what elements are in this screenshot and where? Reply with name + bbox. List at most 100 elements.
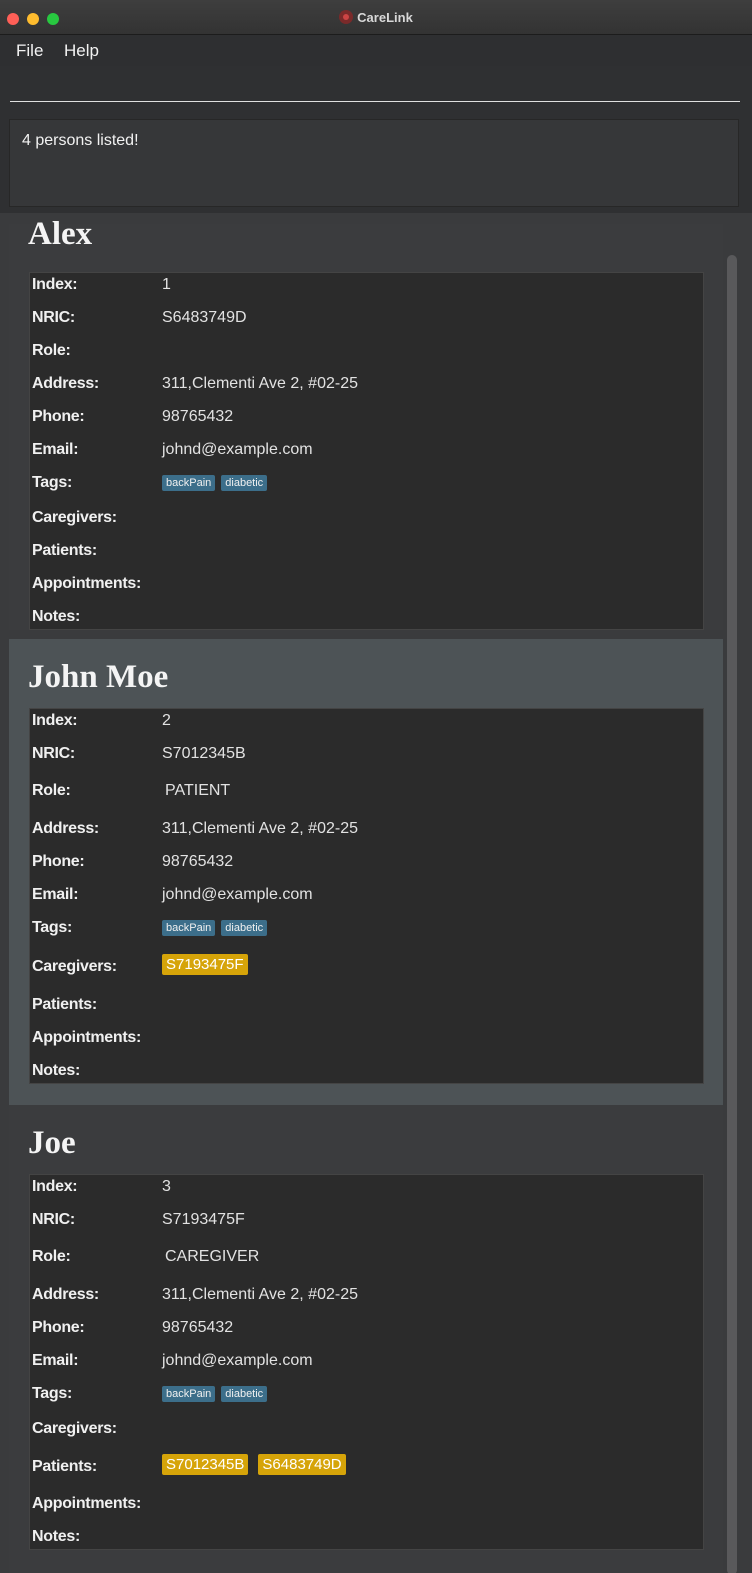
command-box [0, 66, 752, 112]
result-display: 4 persons listed! [0, 112, 752, 214]
field-label-index: Index: [32, 276, 78, 293]
field-value-index: 1 [162, 276, 171, 293]
field-label-caregivers: Caregivers: [32, 1420, 117, 1437]
field-value-index: 2 [162, 712, 171, 729]
field-label-notes: Notes: [32, 608, 80, 625]
tag-chip: backPain [162, 1386, 216, 1402]
field-value-address: 311,Clementi Ave 2, #02-25 [162, 820, 358, 837]
field-row-phone: Phone: 98765432 [30, 1319, 703, 1343]
person-card[interactable]: John Moe Index: 2 NRIC: S7012345B Role: PATIEN… [9, 639, 723, 1105]
tag-list: backPain diabetic [162, 1384, 273, 1402]
window-title: CareLink [357, 10, 413, 25]
field-row-address: Address: 311,Clementi Ave 2, #02-25 [30, 375, 703, 399]
person-list[interactable]: Alex Index: 1 NRIC: S6483749D Role: Address: 31… [0, 213, 752, 1573]
field-row-index: Index: 3 [30, 1178, 703, 1202]
field-label-notes: Notes: [32, 1528, 80, 1545]
person-details: Index: 2 NRIC: S7012345B Role: PATIENT Address… [29, 708, 704, 1084]
field-row-phone: Phone: 98765432 [30, 408, 703, 432]
field-value-index: 3 [162, 1178, 171, 1195]
field-label-nric: NRIC: [32, 309, 75, 326]
field-label-tags: Tags: [32, 1385, 72, 1402]
field-row-patients: Patients: [30, 542, 703, 566]
field-label-patients: Patients: [32, 996, 97, 1013]
field-row-patients: Patients: [30, 996, 703, 1020]
person-card[interactable]: Alex Index: 1 NRIC: S6483749D Role: Address: 31… [9, 216, 723, 630]
field-label-phone: Phone: [32, 1319, 85, 1336]
patient-nric-chip: S7012345B [162, 1454, 249, 1475]
tag-list: backPain diabetic [162, 918, 273, 936]
command-input[interactable] [10, 74, 740, 102]
menu-bar: File Help [0, 35, 752, 67]
field-value-email: johnd@example.com [162, 1352, 313, 1369]
field-label-phone: Phone: [32, 853, 85, 870]
field-row-role: Role: [30, 342, 703, 366]
field-value-address: 311,Clementi Ave 2, #02-25 [162, 1286, 358, 1303]
tag-chip: backPain [162, 920, 216, 936]
caregivers-list: S7193475F [162, 954, 258, 975]
field-row-tags: Tags: backPain diabetic [30, 1385, 703, 1409]
carelink-app-icon [339, 10, 354, 24]
field-row-address: Address: 311,Clementi Ave 2, #02-25 [30, 820, 703, 844]
person-name: Alex [28, 216, 93, 252]
field-row-index: Index: 1 [30, 276, 703, 300]
field-value-nric: S6483749D [162, 309, 247, 326]
field-label-appointments: Appointments: [32, 575, 141, 592]
field-row-tags: Tags: backPain diabetic [30, 474, 703, 498]
field-value-phone: 98765432 [162, 853, 234, 870]
field-row-role: Role: PATIENT [30, 782, 703, 806]
field-value-address: 311,Clementi Ave 2, #02-25 [162, 375, 358, 392]
field-value-email: johnd@example.com [162, 441, 313, 458]
field-row-email: Email: johnd@example.com [30, 886, 703, 910]
field-value-role: CAREGIVER [165, 1248, 260, 1265]
field-label-index: Index: [32, 712, 78, 729]
field-row-appointments: Appointments: [30, 1495, 703, 1519]
field-value-nric: S7193475F [162, 1211, 245, 1228]
field-row-notes: Notes: [30, 1528, 703, 1552]
field-label-appointments: Appointments: [32, 1029, 141, 1046]
field-label-email: Email: [32, 441, 79, 458]
field-row-address: Address: 311,Clementi Ave 2, #02-25 [30, 1286, 703, 1310]
menu-help[interactable]: Help [64, 41, 99, 61]
field-row-appointments: Appointments: [30, 1029, 703, 1053]
field-label-nric: NRIC: [32, 1211, 75, 1228]
field-row-tags: Tags: backPain diabetic [30, 919, 703, 943]
menu-file[interactable]: File [16, 41, 43, 61]
field-label-address: Address: [32, 1286, 99, 1303]
field-label-patients: Patients: [32, 1458, 97, 1475]
field-row-notes: Notes: [30, 608, 703, 632]
field-label-patients: Patients: [32, 542, 97, 559]
field-row-caregivers: Caregivers: S7193475F [30, 954, 703, 982]
result-box[interactable]: 4 persons listed! [9, 119, 739, 207]
field-label-tags: Tags: [32, 919, 72, 936]
person-name: John Moe [28, 659, 169, 695]
field-row-nric: NRIC: S7012345B [30, 745, 703, 769]
field-label-index: Index: [32, 1178, 78, 1195]
field-label-phone: Phone: [32, 408, 85, 425]
field-row-nric: NRIC: S7193475F [30, 1211, 703, 1235]
field-label-role: Role: [32, 342, 71, 359]
field-label-appointments: Appointments: [32, 1495, 141, 1512]
field-label-notes: Notes: [32, 1062, 80, 1079]
field-row-email: Email: johnd@example.com [30, 441, 703, 465]
window-title-wrap: CareLink [0, 10, 752, 25]
person-details: Index: 1 NRIC: S6483749D Role: Address: 311,Cl… [29, 272, 704, 630]
person-card[interactable]: Joe Index: 3 NRIC: S7193475F Role: CAREGIVER Ad… [9, 1105, 723, 1573]
field-label-caregivers: Caregivers: [32, 958, 117, 975]
tag-chip: diabetic [221, 920, 268, 936]
field-label-tags: Tags: [32, 474, 72, 491]
field-row-caregivers: Caregivers: [30, 1420, 703, 1444]
field-row-index: Index: 2 [30, 712, 703, 736]
field-label-address: Address: [32, 820, 99, 837]
field-row-notes: Notes: [30, 1062, 703, 1086]
patient-nric-chip: S6483749D [258, 1454, 346, 1475]
list-scrollbar[interactable] [727, 255, 737, 1573]
person-details: Index: 3 NRIC: S7193475F Role: CAREGIVER Addre… [29, 1174, 704, 1550]
field-row-role: Role: CAREGIVER [30, 1248, 703, 1272]
field-label-caregivers: Caregivers: [32, 509, 117, 526]
field-label-email: Email: [32, 1352, 79, 1369]
field-label-email: Email: [32, 886, 79, 903]
tag-chip: backPain [162, 475, 216, 491]
field-value-nric: S7012345B [162, 745, 246, 762]
field-row-email: Email: johnd@example.com [30, 1352, 703, 1376]
title-bar: CareLink [0, 0, 752, 35]
